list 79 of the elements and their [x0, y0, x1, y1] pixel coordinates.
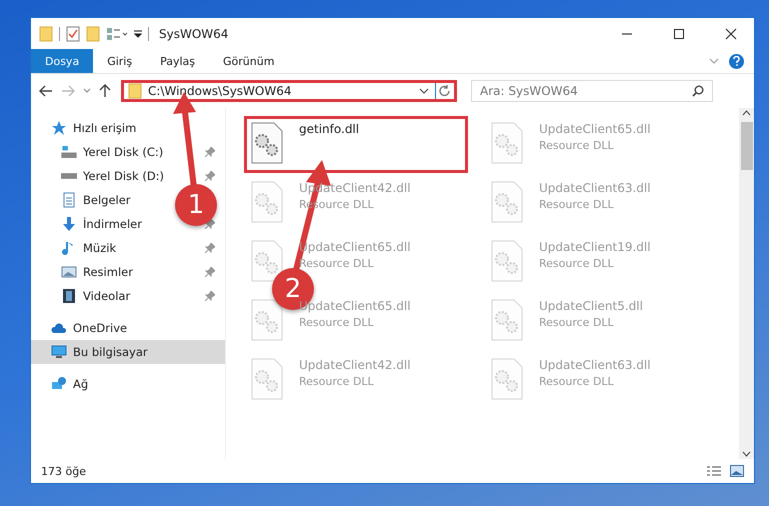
scrollbar[interactable] [739, 108, 754, 459]
sidebar-item[interactable]: İndirmeler [83, 217, 142, 231]
file-type: Resource DLL [539, 316, 614, 329]
file-name: UpdateClient63.dll [539, 181, 651, 195]
file-type: Resource DLL [539, 198, 614, 211]
picture-icon [61, 264, 77, 280]
search-field[interactable]: Ara: SysWOW64 [471, 80, 713, 102]
file-name: UpdateClient19.dll [539, 240, 651, 254]
sidebar-item[interactable]: Bu bilgisayar [31, 340, 225, 364]
dll-file-icon [251, 181, 283, 223]
chevron-down-icon[interactable] [419, 88, 429, 94]
minimize-icon[interactable] [621, 32, 633, 34]
search-icon [692, 85, 704, 97]
file-name: UpdateClient63.dll [539, 358, 651, 372]
up-arrow-icon[interactable] [99, 84, 111, 98]
ribbon-tab[interactable]: Görünüm [209, 49, 288, 73]
chevron-down-icon[interactable] [742, 451, 751, 457]
folder-icon [39, 26, 53, 42]
film-icon [61, 288, 77, 304]
star-icon [51, 120, 67, 136]
dll-file-icon [251, 122, 283, 164]
dll-file-icon [251, 240, 283, 282]
pin-icon[interactable] [205, 219, 215, 229]
monitor-icon [51, 344, 67, 360]
back-arrow-icon[interactable] [39, 85, 53, 97]
sidebar-item[interactable]: Yerel Disk (D:) [83, 169, 164, 183]
sidebar-item[interactable]: Videolar [83, 289, 130, 303]
dll-file-icon [251, 299, 283, 341]
scrollbar-thumb[interactable] [740, 122, 752, 170]
sidebar-item[interactable]: Resimler [83, 265, 133, 279]
file-type: Resource DLL [299, 316, 374, 329]
pin-icon[interactable] [205, 147, 215, 157]
sidebar-item[interactable]: Belgeler [83, 193, 131, 207]
ribbon-tab[interactable]: Giriş [93, 49, 146, 73]
drive-icon [61, 173, 77, 179]
sidebar-item[interactable]: Müzik [83, 241, 116, 255]
download-icon [61, 216, 77, 232]
new-folder-icon [86, 26, 100, 42]
address-bar[interactable]: C:\Windows\SysWOW64 [121, 80, 457, 102]
dll-file-icon [491, 358, 523, 400]
checklist-icon[interactable] [66, 26, 80, 42]
chevron-up-icon[interactable] [742, 110, 751, 116]
sidebar-item[interactable]: OneDrive [73, 321, 128, 335]
drive-icon [61, 146, 77, 158]
close-icon[interactable] [725, 28, 737, 40]
pin-icon[interactable] [205, 171, 215, 181]
dll-file-icon [491, 181, 523, 223]
file-name: UpdateClient42.dll [299, 358, 411, 372]
network-icon [51, 376, 67, 392]
dll-file-icon [491, 240, 523, 282]
item-count: 173 öğe [41, 464, 87, 478]
sidebar-item[interactable]: Yerel Disk (C:) [83, 145, 164, 159]
pin-icon[interactable] [205, 267, 215, 277]
file-name: UpdateClient65.dll [539, 122, 651, 136]
help-icon[interactable] [729, 54, 744, 68]
dll-file-icon [491, 122, 523, 164]
file-name: UpdateClient5.dll [539, 299, 643, 313]
dropdown-icon[interactable] [134, 30, 142, 38]
pin-icon[interactable] [205, 243, 215, 253]
file-type: Resource DLL [539, 257, 614, 270]
maximize-icon[interactable] [673, 28, 685, 40]
properties-icon[interactable] [106, 26, 128, 40]
file-type: Resource DLL [299, 375, 374, 388]
details-view-icon[interactable] [706, 465, 722, 477]
sidebar-item[interactable]: Hızlı erişim [73, 121, 136, 135]
file-type: Resource DLL [539, 139, 614, 152]
pin-icon[interactable] [205, 291, 215, 301]
large-icons-view-icon[interactable] [730, 465, 744, 477]
document-icon [61, 192, 77, 208]
file-tab[interactable]: Dosya [31, 49, 94, 73]
file-name: getinfo.dll [299, 122, 360, 136]
sidebar-item[interactable]: Ağ [73, 377, 88, 391]
file-type: Resource DLL [539, 375, 614, 388]
ribbon-tab[interactable]: Paylaş [146, 49, 209, 73]
folder-icon [128, 83, 142, 99]
window-title: SysWOW64 [159, 26, 230, 40]
highlighted-file-tile[interactable]: getinfo.dll [244, 116, 468, 173]
dll-file-icon [251, 358, 283, 400]
dll-file-icon [491, 299, 523, 341]
